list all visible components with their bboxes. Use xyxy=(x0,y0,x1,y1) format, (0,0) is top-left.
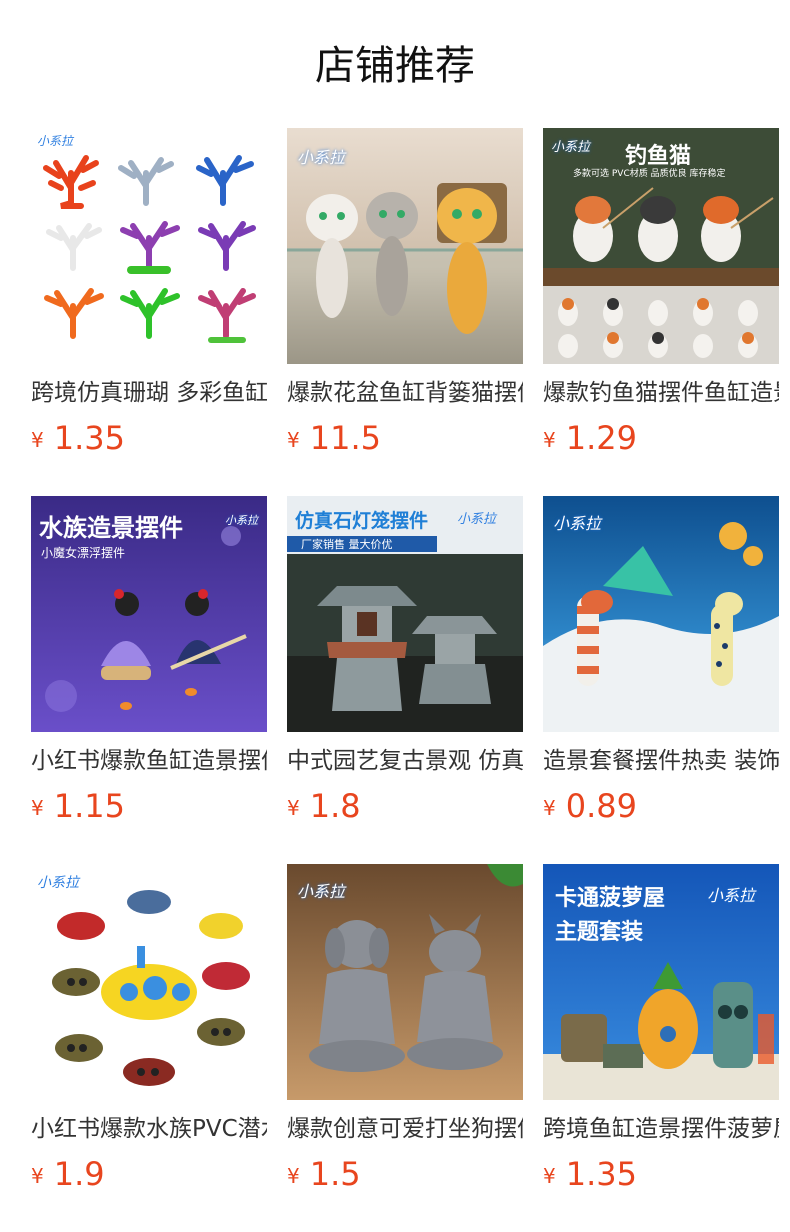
price-amount: 1.35 xyxy=(53,419,125,457)
product-name[interactable]: 小红书爆款鱼缸造景摆件 xyxy=(31,746,267,776)
product-card[interactable]: 卡通菠萝屋 主题套装 小系拉 跨境鱼缸造景摆件菠萝屋 ¥1.35 xyxy=(543,864,779,1193)
brand-logo: 小系拉 xyxy=(457,512,497,527)
brand-logo: 小系拉 xyxy=(225,514,258,527)
product-card[interactable]: 小系拉 小红书爆款水族PVC潜水艇 ¥1.9 xyxy=(31,864,267,1193)
price-amount: 1.9 xyxy=(53,1155,105,1193)
product-card[interactable]: 小系拉 造景套餐摆件热卖 装饰 ¥0.89 xyxy=(543,496,779,825)
brand-logo: 小系拉 xyxy=(553,514,602,533)
product-card[interactable]: 水族造景摆件 小魔女漂浮摆件 小系拉 小红书爆款鱼缸造景摆件 ¥1.15 xyxy=(31,496,267,825)
overlay-subtitle: 小魔女漂浮摆件 xyxy=(41,546,126,560)
price-amount: 1.35 xyxy=(565,1155,637,1193)
product-price: ¥1.35 xyxy=(31,418,125,458)
product-card[interactable]: 小系拉 跨境仿真珊瑚 多彩鱼缸造景装饰 ¥1.35 xyxy=(31,128,267,457)
brand-logo: 小系拉 xyxy=(297,148,346,167)
product-price: ¥1.9 xyxy=(31,1154,105,1194)
brand-logo: 小系拉 xyxy=(37,875,79,891)
product-name[interactable]: 爆款花盆鱼缸背篓猫摆件 xyxy=(287,378,523,408)
product-price: ¥1.35 xyxy=(543,1154,637,1194)
product-name[interactable]: 跨境仿真珊瑚 多彩鱼缸造景装饰 xyxy=(31,378,267,408)
product-card[interactable]: 小系拉 钓鱼猫 多款可选 PVC材质 品质优良 库存稳定 爆款钓鱼猫摆件鱼缸造景… xyxy=(543,128,779,457)
currency-symbol: ¥ xyxy=(543,1164,556,1188)
garden-eel-image[interactable]: 小系拉 xyxy=(543,496,779,732)
submarine-image[interactable]: 小系拉 xyxy=(31,864,267,1100)
currency-symbol: ¥ xyxy=(287,796,300,820)
product-name[interactable]: 爆款钓鱼猫摆件鱼缸造景 xyxy=(543,378,779,408)
brand-logo: 小系拉 xyxy=(551,140,591,155)
currency-symbol: ¥ xyxy=(31,1164,44,1188)
product-grid: 小系拉 跨境仿真珊瑚 多彩鱼缸造景装饰 ¥1.35 xyxy=(31,128,780,1193)
overlay-subtitle: 多款可选 PVC材质 品质优良 库存稳定 xyxy=(573,169,726,179)
brand-logo: 小系拉 xyxy=(297,882,346,901)
overlay-subtitle: 厂家销售 量大价优 xyxy=(301,538,393,551)
product-price: ¥1.8 xyxy=(287,786,361,826)
currency-symbol: ¥ xyxy=(31,796,44,820)
product-price: ¥1.29 xyxy=(543,418,637,458)
pineapple-house-image[interactable]: 卡通菠萝屋 主题套装 小系拉 xyxy=(543,864,779,1100)
price-amount: 1.5 xyxy=(309,1155,361,1193)
brand-logo: 小系拉 xyxy=(707,886,756,905)
product-price: ¥0.89 xyxy=(543,786,637,826)
product-name[interactable]: 跨境鱼缸造景摆件菠萝屋 xyxy=(543,1114,779,1144)
product-card[interactable]: 小系拉 爆款创意可爱打坐狗摆件 ¥1.5 xyxy=(287,864,523,1193)
overlay-title: 仿真石灯笼摆件 xyxy=(295,510,429,532)
brand-logo: 小系拉 xyxy=(37,134,74,148)
product-price: ¥1.5 xyxy=(287,1154,361,1194)
product-price: ¥11.5 xyxy=(287,418,381,458)
product-price: ¥1.15 xyxy=(31,786,125,826)
currency-symbol: ¥ xyxy=(543,428,556,452)
currency-symbol: ¥ xyxy=(287,1164,300,1188)
currency-symbol: ¥ xyxy=(543,796,556,820)
price-amount: 0.89 xyxy=(565,787,637,825)
overlay-title: 水族造景摆件 xyxy=(39,513,183,542)
fishing-cats-image[interactable]: 小系拉 钓鱼猫 多款可选 PVC材质 品质优良 库存稳定 xyxy=(543,128,779,364)
product-card[interactable]: 仿真石灯笼摆件 厂家销售 量大价优 小系拉 中式园艺复古景观 仿真石灯笼 ¥1.… xyxy=(287,496,523,825)
product-card[interactable]: 小系拉 爆款花盆鱼缸背篓猫摆件 ¥11.5 xyxy=(287,128,523,457)
product-name[interactable]: 造景套餐摆件热卖 装饰 xyxy=(543,746,779,776)
product-name[interactable]: 小红书爆款水族PVC潜水艇 xyxy=(31,1114,267,1144)
page-title: 店铺推荐 xyxy=(315,43,475,89)
price-amount: 11.5 xyxy=(309,419,381,457)
overlay-subtitle: 主题套装 xyxy=(555,920,644,945)
product-name[interactable]: 中式园艺复古景观 仿真石灯笼 xyxy=(287,746,523,776)
currency-symbol: ¥ xyxy=(31,428,44,452)
witch-figurine-image[interactable]: 水族造景摆件 小魔女漂浮摆件 小系拉 xyxy=(31,496,267,732)
meditating-dog-image[interactable]: 小系拉 xyxy=(287,864,523,1100)
overlay-title: 卡通菠萝屋 xyxy=(555,886,666,911)
price-amount: 1.8 xyxy=(309,787,361,825)
basket-cats-image[interactable]: 小系拉 xyxy=(287,128,523,364)
currency-symbol: ¥ xyxy=(287,428,300,452)
stone-lantern-image[interactable]: 仿真石灯笼摆件 厂家销售 量大价优 小系拉 xyxy=(287,496,523,732)
price-amount: 1.29 xyxy=(565,419,637,457)
price-amount: 1.15 xyxy=(53,787,125,825)
coral-decoration-image[interactable]: 小系拉 xyxy=(31,128,267,364)
product-name[interactable]: 爆款创意可爱打坐狗摆件 xyxy=(287,1114,523,1144)
